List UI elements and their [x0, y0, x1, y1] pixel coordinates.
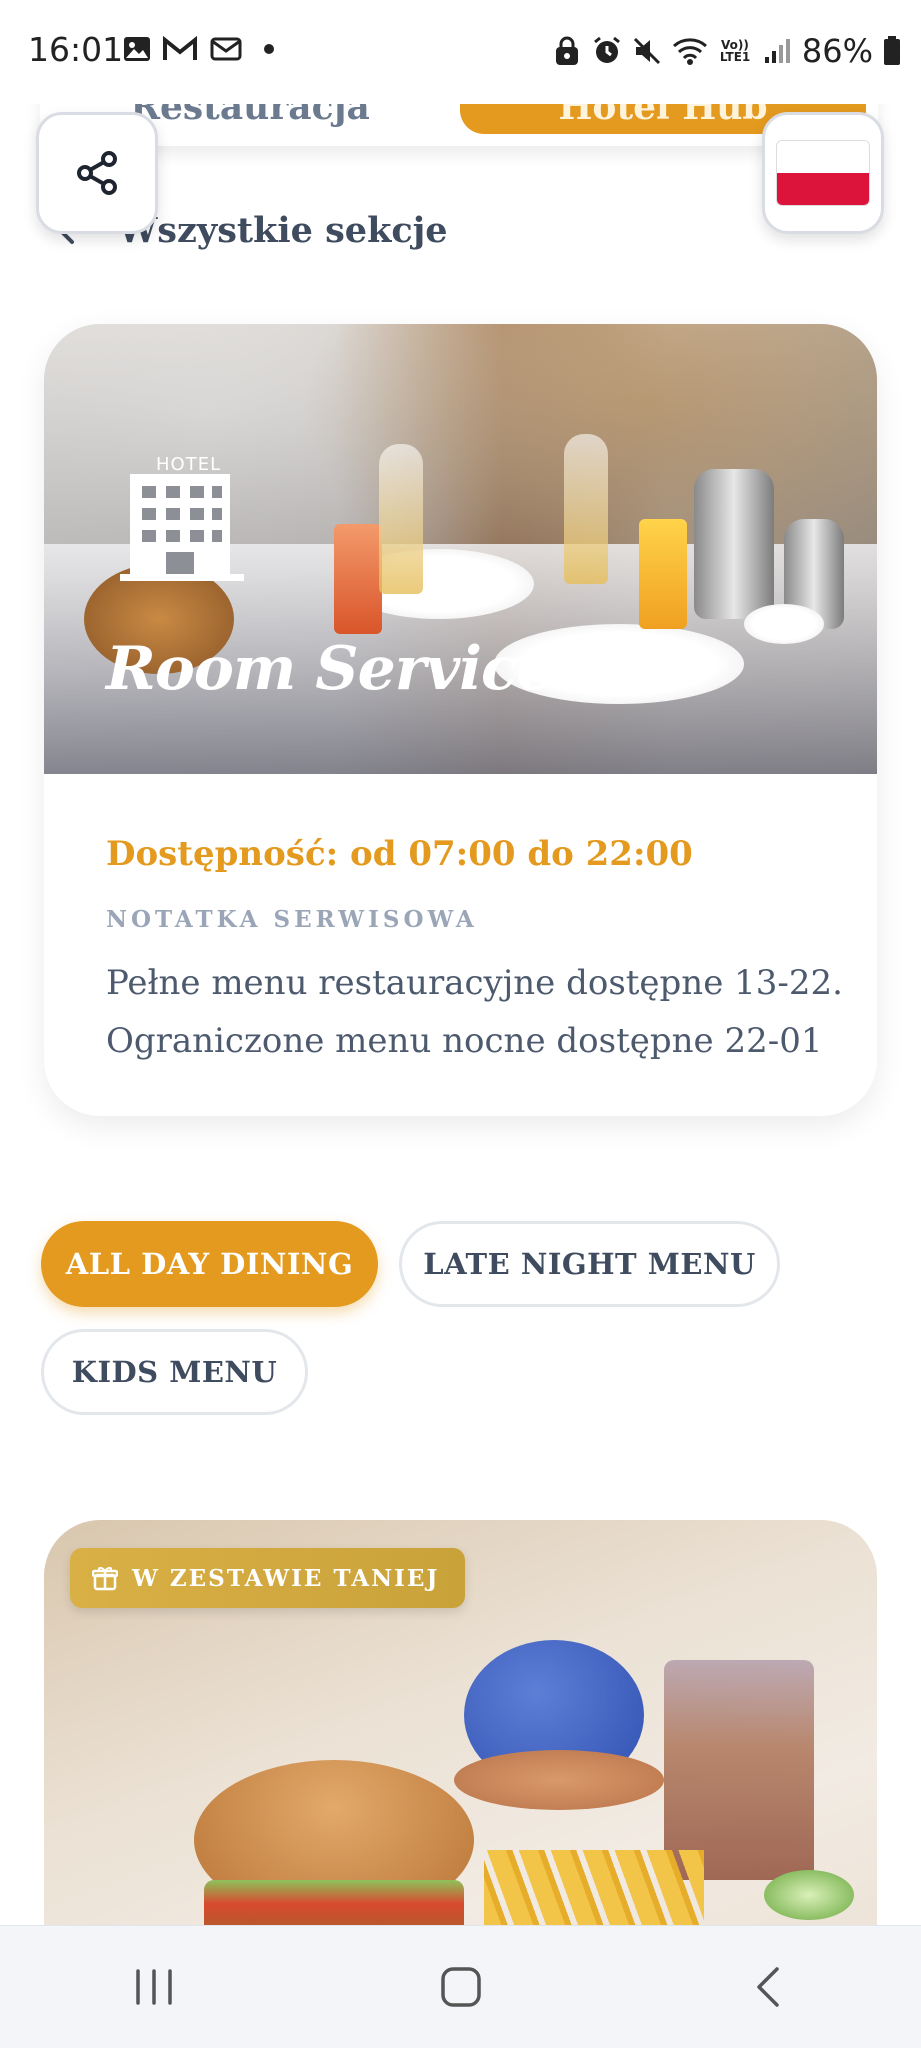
battery-percent: 86% — [801, 32, 873, 70]
signal-icon — [762, 36, 792, 66]
home-button[interactable] — [401, 1942, 521, 2032]
poland-flag-icon — [776, 140, 870, 206]
share-icon — [77, 151, 117, 195]
recent-apps-icon — [135, 1969, 172, 2005]
room-service-hero-image: HOTEL Room Service — [44, 324, 877, 774]
glass-image — [664, 1660, 814, 1880]
service-note: Pełne menu restauracyjne dostępne 13-22.… — [106, 954, 846, 1070]
menu-tab-late-night-menu[interactable]: LATE NIGHT MENU — [399, 1221, 780, 1307]
gmail-icon — [162, 34, 198, 64]
service-note-label: NOTATKA SERWISOWA — [106, 906, 478, 933]
back-button[interactable] — [708, 1942, 828, 2032]
mute-icon — [632, 36, 662, 66]
wifi-icon — [672, 36, 708, 66]
language-button[interactable] — [762, 112, 884, 234]
fries-image — [484, 1850, 704, 1930]
volte-icon: Vo)) LTE1 — [719, 38, 751, 64]
set-discount-badge: W ZESTAWIE TANIEJ — [70, 1548, 466, 1608]
gift-icon — [92, 1567, 118, 1591]
system-icons: Vo)) LTE1 86% — [552, 32, 901, 70]
battery-icon — [883, 36, 901, 66]
notification-icons — [122, 34, 284, 64]
back-link-label: Wszystkie sekcje — [118, 210, 448, 251]
availability-hours: Dostępność: od 07:00 do 22:00 — [106, 834, 693, 874]
cucumber-image — [764, 1870, 854, 1920]
home-icon — [440, 1967, 481, 2007]
status-time: 16:01 — [28, 30, 124, 69]
saucer-image — [454, 1750, 664, 1810]
room-service-title: Room Service — [106, 634, 555, 704]
menu-tab-kids-menu[interactable]: KIDS MENU — [41, 1329, 308, 1415]
image-icon — [122, 34, 152, 64]
lock-icon — [552, 36, 582, 66]
system-navigation-bar — [0, 1925, 921, 2048]
hotel-icon — [120, 474, 244, 581]
status-bar: 16:01 Vo)) LTE1 86% — [0, 0, 921, 104]
service-note-line: Pełne menu restauracyjne dostępne 13-22. — [106, 963, 843, 1003]
gmail-icon — [208, 34, 244, 64]
back-icon — [756, 1967, 779, 2007]
recent-apps-button[interactable] — [94, 1942, 214, 2032]
menu-tab-all-day-dining[interactable]: ALL DAY DINING — [41, 1221, 378, 1307]
dot-icon — [254, 34, 284, 64]
share-button[interactable] — [36, 112, 158, 234]
service-note-line: Ograniczone menu nocne dostępne 22-01 — [106, 1021, 823, 1061]
alarm-icon — [592, 36, 622, 66]
room-service-card: HOTEL Room Service Dostępność: od 07:00 … — [44, 324, 877, 1116]
